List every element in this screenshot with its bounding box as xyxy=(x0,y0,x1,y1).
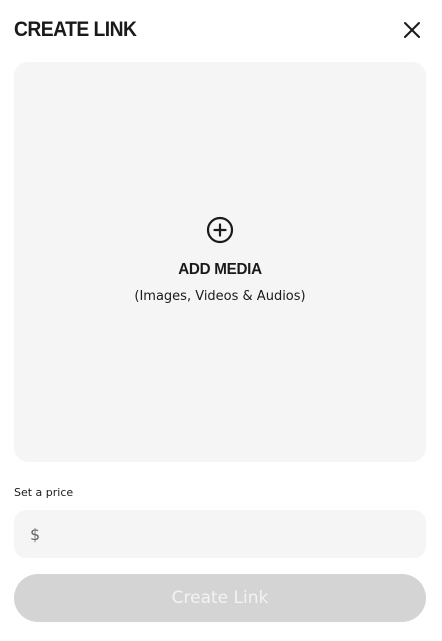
price-field[interactable]: $ xyxy=(14,510,426,558)
add-media-subtitle: (Images, Videos & Audios) xyxy=(134,288,306,304)
price-label: Set a price xyxy=(14,486,74,499)
price-input[interactable] xyxy=(46,510,426,558)
plus-circle-icon xyxy=(206,216,234,243)
modal-title: CREATE LINK xyxy=(14,18,137,41)
modal-header: CREATE LINK xyxy=(14,14,428,46)
currency-symbol: $ xyxy=(30,524,41,544)
create-link-modal: CREATE LINK ADD MEDIA (Images, Videos & … xyxy=(0,0,442,641)
close-button[interactable] xyxy=(400,18,424,42)
add-media-title: ADD MEDIA xyxy=(178,260,262,278)
create-link-button[interactable]: Create Link xyxy=(14,574,426,622)
close-icon xyxy=(404,22,420,38)
add-media-dropzone[interactable]: ADD MEDIA (Images, Videos & Audios) xyxy=(14,62,426,462)
